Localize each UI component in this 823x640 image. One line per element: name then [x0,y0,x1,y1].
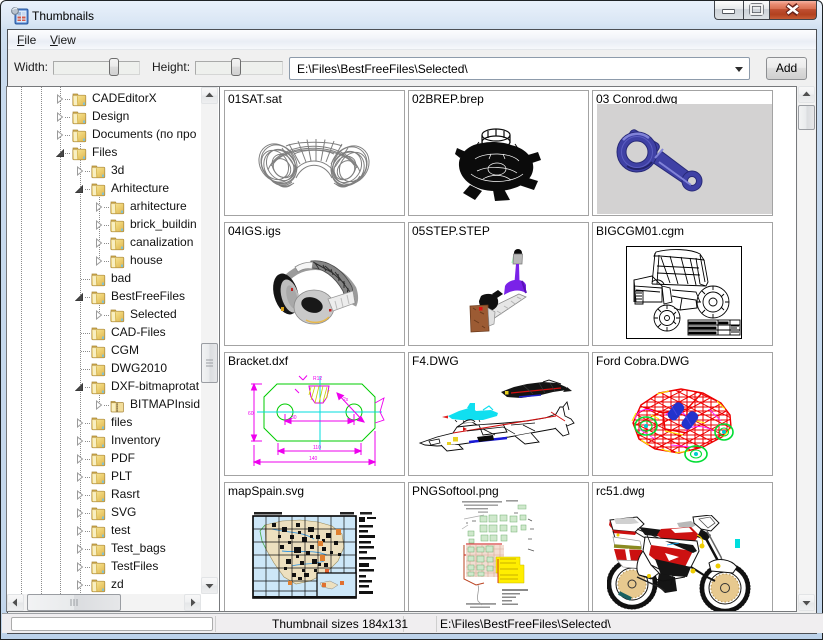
svg-text:140: 140 [309,456,318,462]
svg-text:R12: R12 [313,376,322,382]
svg-text:2x: 2x [343,397,349,403]
svg-text:30: 30 [291,415,297,421]
svg-text:60: 60 [248,411,254,417]
svg-text:110: 110 [313,445,321,451]
